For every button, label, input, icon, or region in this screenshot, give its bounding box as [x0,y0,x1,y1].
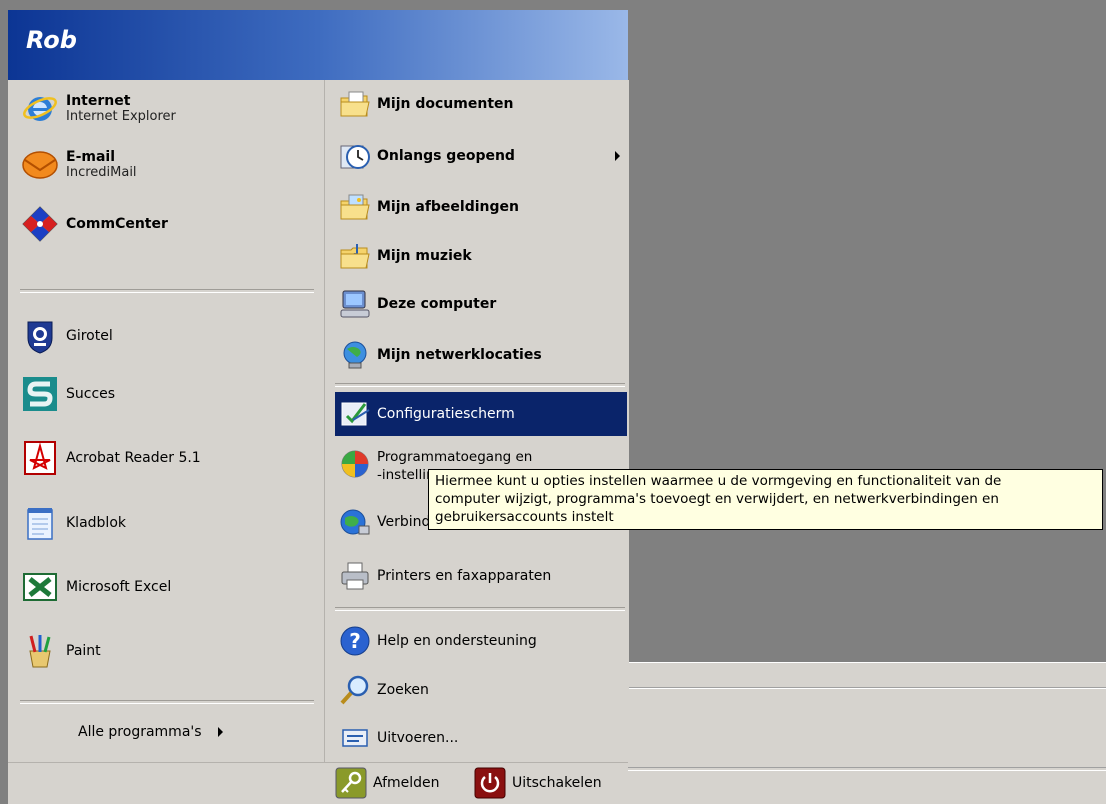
printer-icon [339,560,371,592]
left-pane: Internet Internet Explorer E-mail Incred… [8,80,324,762]
control-panel-item[interactable]: Configuratiescherm [339,398,515,430]
music-folder-icon [339,240,371,272]
place-mijn-muziek[interactable]: Mijn muziek [339,238,472,274]
recent-acrobat[interactable]: Acrobat Reader 5.1 [22,440,201,476]
commcenter-icon [22,206,58,242]
place-mijn-documenten-label: Mijn documenten [377,96,514,112]
email-envelope-icon [22,146,58,182]
place-onlangs-geopend[interactable]: Onlangs geopend [339,138,515,174]
tooltip-line3: gebruikersaccounts instelt [435,509,614,525]
control-panel-tooltip: Hiermee kunt u opties instellen waarmee … [428,469,1103,530]
svg-text:?: ? [349,629,361,653]
tooltip-line2: computer wijzigt, programma's toevoegt e… [435,491,999,507]
recent-excel-label: Microsoft Excel [66,579,172,595]
place-mijn-afbeeldingen-label: Mijn afbeeldingen [377,199,519,215]
all-programs-label: Alle programma's [78,724,202,740]
tooltip-line1: Hiermee kunt u opties instellen waarmee … [435,473,1002,489]
recent-excel[interactable]: Microsoft Excel [22,569,171,605]
key-icon [335,767,367,799]
succes-icon [22,376,58,412]
pinned-commcenter-title: CommCenter [66,216,168,232]
paint-brushes-icon [22,633,58,669]
taskbar-strip [628,662,1106,688]
shutdown-button[interactable]: Uitschakelen [474,766,602,800]
printers-item[interactable]: Printers en faxapparaten [339,558,551,594]
run-item[interactable]: Uitvoeren... [339,722,458,754]
footer-bar: Afmelden Uitschakelen [8,762,628,804]
logoff-label: Afmelden [373,775,440,791]
pinned-internet-subtitle: Internet Explorer [66,108,176,124]
run-label: Uitvoeren... [377,730,459,746]
printers-label: Printers en faxapparaten [377,568,552,584]
power-icon [474,767,506,799]
recent-acrobat-label: Acrobat Reader 5.1 [66,450,201,466]
window-area [628,688,1106,804]
place-mijn-afbeeldingen[interactable]: Mijn afbeeldingen [339,189,519,225]
search-magnifier-icon [339,674,371,706]
place-mijn-netwerklocaties-label: Mijn netwerklocaties [377,347,542,363]
place-deze-computer-label: Deze computer [377,296,497,312]
recent-succes[interactable]: Succes [22,376,115,412]
excel-icon [22,569,58,605]
acrobat-reader-icon [22,440,58,476]
recent-girotel-label: Girotel [66,328,113,344]
pinned-email-subtitle: IncrediMail [66,164,137,180]
internet-explorer-icon [22,90,58,126]
pinned-internet-title: Internet [66,92,131,109]
user-header: Rob [8,10,628,80]
help-item[interactable]: ? Help en ondersteuning [339,623,537,659]
recent-paint-label: Paint [66,643,101,659]
arrow-right-icon [214,727,228,737]
help-label: Help en ondersteuning [377,633,537,649]
pinned-internet[interactable]: Internet Internet Explorer [22,90,176,126]
help-question-icon: ? [339,625,371,657]
notepad-icon [22,505,58,541]
separator [20,700,314,704]
place-onlangs-geopend-label: Onlangs geopend [377,148,515,164]
pinned-commcenter[interactable]: CommCenter [22,206,168,242]
submenu-arrow-icon [615,151,620,161]
connect-globe-icon [339,506,371,538]
search-item[interactable]: Zoeken [339,672,429,708]
recent-clock-icon [339,140,371,172]
shutdown-label: Uitschakelen [512,775,602,791]
recent-succes-label: Succes [66,386,116,402]
recent-kladblok-label: Kladblok [66,515,126,531]
separator [20,289,314,293]
search-label: Zoeken [377,682,429,698]
pinned-email[interactable]: E-mail IncrediMail [22,146,137,182]
program-access-line1: Programmatoegang en [377,449,533,465]
place-mijn-netwerklocaties[interactable]: Mijn netwerklocaties [339,337,542,373]
program-access-icon [339,448,371,480]
recent-kladblok[interactable]: Kladblok [22,505,126,541]
place-mijn-muziek-label: Mijn muziek [377,248,472,264]
separator [335,607,625,611]
separator [335,383,625,387]
control-panel-icon [339,398,371,430]
pictures-folder-icon [339,191,371,223]
recent-girotel[interactable]: Girotel [22,318,113,354]
network-places-icon [339,339,371,371]
control-panel-label: Configuratiescherm [377,406,515,422]
documents-folder-icon [339,88,371,120]
logoff-button[interactable]: Afmelden [335,766,440,800]
place-deze-computer[interactable]: Deze computer [339,286,496,322]
place-mijn-documenten[interactable]: Mijn documenten [339,86,513,122]
user-name: Rob [26,26,77,54]
all-programs-button[interactable]: Alle programma's [78,724,228,740]
computer-icon [339,288,371,320]
recent-paint[interactable]: Paint [22,633,101,669]
right-pane: Mijn documenten Onlangs geopend Mijn afb… [324,80,629,762]
start-menu: Rob Internet Internet Explorer E-mail In… [8,10,629,804]
pinned-email-title: E-mail [66,148,116,165]
run-icon [339,722,371,754]
girotel-lion-icon [22,318,58,354]
